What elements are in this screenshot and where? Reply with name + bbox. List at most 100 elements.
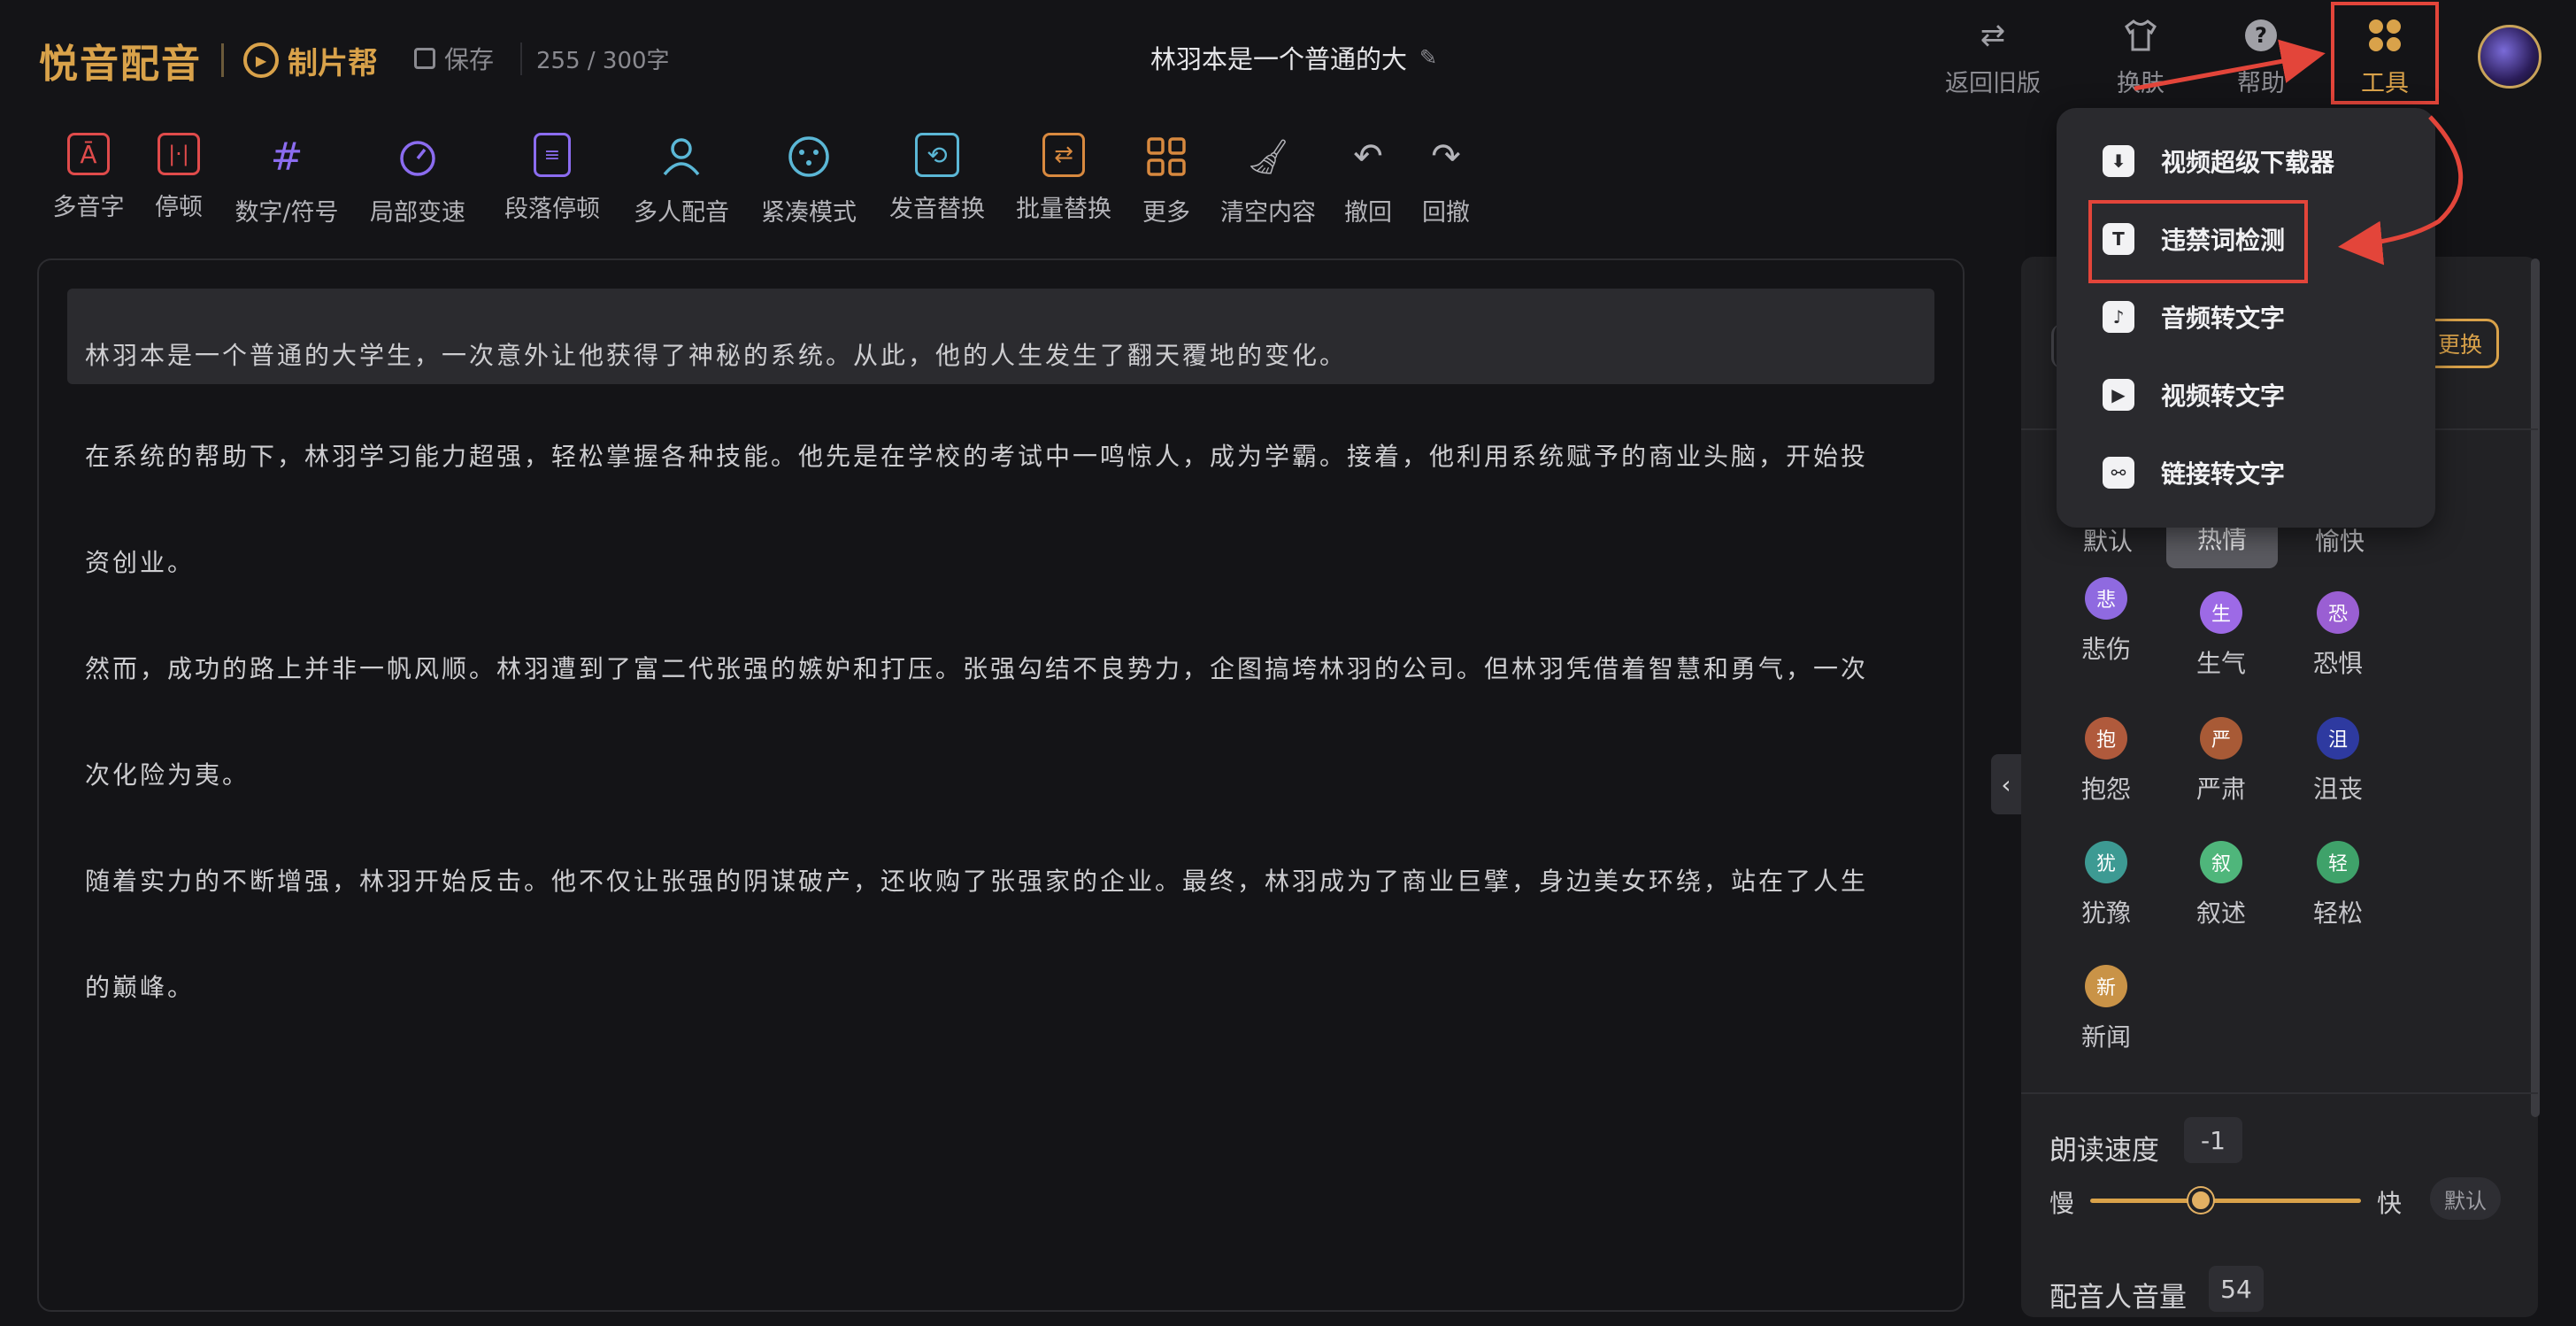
undo-icon: ↶: [1353, 136, 1383, 177]
text-editor[interactable]: 林羽本是一个普通的大学生，一次意外让他获得了神秘的系统。从此，他的人生发生了翻天…: [37, 258, 1965, 1312]
tool-label: 停顿: [155, 194, 203, 221]
emotion-label: 严肃: [2195, 775, 2246, 804]
menu-item-label: 视频转文字: [2161, 382, 2286, 411]
menu-item-link-to-text[interactable]: ⚯ 链接转文字: [2103, 455, 2285, 490]
skin-button[interactable]: 换肤: [2117, 16, 2165, 98]
menu-item-video-to-text[interactable]: ▶ 视频转文字: [2103, 377, 2285, 412]
emotion-default[interactable]: 默认: [2083, 522, 2133, 558]
pause-icon: |·|: [158, 133, 200, 175]
emotion-badge: 轻: [2317, 841, 2359, 883]
menu-highlight-box: [2088, 200, 2308, 283]
tool-label: 紧凑模式: [761, 199, 857, 227]
menu-item-label: 链接转文字: [2161, 459, 2286, 489]
editor-line[interactable]: 资创业。: [85, 544, 195, 579]
brand[interactable]: 悦音配音 ▶ 制片帮: [39, 32, 378, 89]
emotion-relaxed[interactable]: 轻 轻松: [2285, 841, 2391, 929]
tool-label: 多人配音: [634, 199, 729, 227]
save-button[interactable]: 保存: [414, 41, 494, 76]
tool-batch-replace[interactable]: ⇄ 批量替换: [1002, 133, 1126, 239]
tool-clear-content[interactable]: 🧹︎ 清空内容: [1207, 133, 1329, 239]
tool-label: 批量替换: [1016, 196, 1111, 223]
emotion-label: 悲伤: [2080, 635, 2131, 664]
emotion-badge: 悲: [2085, 577, 2127, 620]
emotion-label: 叙述: [2195, 898, 2246, 928]
emotion-depressed[interactable]: 沮 沮丧: [2285, 717, 2391, 806]
menu-item-video-downloader[interactable]: ⬇ 视频超级下载器: [2103, 143, 2334, 179]
menu-item-audio-to-text[interactable]: ♪ 音频转文字: [2103, 299, 2285, 335]
app-root: 悦音配音 ▶ 制片帮 保存 255 / 300字 林羽本是一个普通的大 ✎ ⇄ …: [0, 0, 2576, 1326]
emotion-news[interactable]: 新 新闻: [2053, 965, 2159, 1053]
editor-line[interactable]: 次化险为夷。: [85, 756, 250, 791]
editor-line[interactable]: 在系统的帮助下，林羽学习能力超强，轻松掌握各种技能。他先是在学校的考试中一鸣惊人…: [85, 437, 1868, 473]
tool-label: 发音替换: [889, 196, 985, 223]
tool-pause[interactable]: |·| 停顿: [133, 133, 225, 239]
replace-icon: ⟲: [915, 133, 959, 177]
save-label: 保存: [444, 45, 495, 74]
emotion-narrate[interactable]: 叙 叙述: [2168, 841, 2274, 929]
emotion-label: 沮丧: [2312, 775, 2363, 804]
speed-fast-label: 快: [2377, 1189, 2403, 1218]
shirt-icon: [2121, 16, 2160, 55]
question-icon: ?: [2242, 16, 2280, 55]
play-circle-icon: ▶: [243, 42, 279, 78]
tool-redo[interactable]: ↷ 回撤: [1407, 133, 1485, 239]
doc-title-text: 林羽本是一个普通的大: [1150, 44, 1408, 74]
tool-compact-mode[interactable]: 紧凑模式: [745, 133, 873, 239]
tool-pronunciation-replace[interactable]: ⟲ 发音替换: [873, 133, 1002, 239]
emotion-label: 生气: [2195, 649, 2246, 678]
emotion-badge: 生: [2200, 591, 2242, 634]
emotion-label: 抱怨: [2080, 775, 2131, 804]
tool-more[interactable]: 更多: [1126, 133, 1207, 239]
emotion-badge: 沮: [2317, 717, 2359, 759]
redo-icon: ↷: [1431, 136, 1461, 177]
editor-line-active[interactable]: 林羽本是一个普通的大学生，一次意外让他获得了神秘的系统。从此，他的人生发生了翻天…: [67, 289, 1934, 384]
tool-number-symbol[interactable]: # 数字/符号: [225, 133, 349, 239]
emotion-badge: 恐: [2317, 591, 2359, 634]
emotion-angry[interactable]: 生 生气: [2168, 591, 2274, 680]
speed-label: 朗读速度: [2049, 1135, 2159, 1167]
more-grid-icon: [1142, 133, 1190, 181]
emotion-happy[interactable]: 愉快: [2315, 522, 2365, 558]
editor-line[interactable]: 的巅峰。: [85, 968, 195, 1004]
brand-divider: [221, 43, 224, 77]
back-old-version-button[interactable]: ⇄ 返回旧版: [1945, 16, 2041, 98]
tool-undo[interactable]: ↶ 撤回: [1329, 133, 1407, 239]
action-label: 帮助: [2237, 70, 2285, 97]
word-count: 255 / 300字: [520, 42, 670, 75]
tools-dropdown-menu: ⬇ 视频超级下载器 T 违禁词检测 ♪ 音频转文字 ▶ 视频转文字 ⚯ 链接转文…: [2057, 108, 2435, 528]
panel-divider: [2021, 1092, 2538, 1094]
emotion-complain[interactable]: 抱 抱怨: [2053, 717, 2159, 806]
download-icon: ⬇: [2103, 145, 2134, 177]
menu-item-label: 视频超级下载器: [2161, 148, 2335, 177]
tool-local-speed[interactable]: 局部变速: [349, 133, 487, 239]
volume-label: 配音人音量: [2049, 1282, 2187, 1314]
help-button[interactable]: ? 帮助: [2237, 16, 2285, 98]
emotion-sad[interactable]: 悲 悲伤: [2053, 577, 2159, 666]
hash-icon: #: [270, 134, 304, 180]
speed-reset-button[interactable]: 默认: [2430, 1177, 2501, 1220]
compact-icon: [785, 133, 833, 181]
editor-line[interactable]: 随着实力的不断增强，林羽开始反击。他不仅让张强的阴谋破产，还收购了张强家的企业。…: [85, 862, 1868, 898]
tool-label: 撤回: [1344, 199, 1392, 227]
avatar[interactable]: [2478, 25, 2541, 89]
editor-line[interactable]: 然而，成功的路上并非一帆风顺。林羽遭到了富二代张强的嫉妒和打压。张强勾结不良势力…: [85, 650, 1868, 685]
tool-label: 局部变速: [370, 199, 465, 227]
emotion-serious[interactable]: 严 严肃: [2168, 717, 2274, 806]
tool-label: 多音字: [52, 194, 125, 221]
speed-icon: [394, 133, 442, 181]
emotion-hesitant[interactable]: 犹 犹豫: [2053, 841, 2159, 929]
speed-slider-track[interactable]: [2090, 1199, 2361, 1203]
doc-title[interactable]: 林羽本是一个普通的大 ✎: [1150, 39, 1437, 76]
emotion-fear[interactable]: 恐 恐惧: [2285, 591, 2391, 680]
menu-item-label: 音频转文字: [2161, 304, 2286, 333]
tool-multi-voice[interactable]: 多人配音: [618, 133, 745, 239]
tool-polyphone[interactable]: Ā 多音字: [44, 133, 133, 239]
collapse-panel-button[interactable]: ‹: [1991, 754, 2021, 814]
panel-scrollbar[interactable]: [2531, 258, 2540, 1117]
emotion-badge: 抱: [2085, 717, 2127, 759]
tool-paragraph-pause[interactable]: ≡ 段落停顿: [487, 133, 618, 239]
tool-label: 更多: [1142, 199, 1190, 227]
edit-pencil-icon[interactable]: ✎: [1419, 45, 1437, 70]
volume-value[interactable]: 54: [2209, 1266, 2264, 1312]
action-label: 返回旧版: [1945, 70, 2041, 97]
